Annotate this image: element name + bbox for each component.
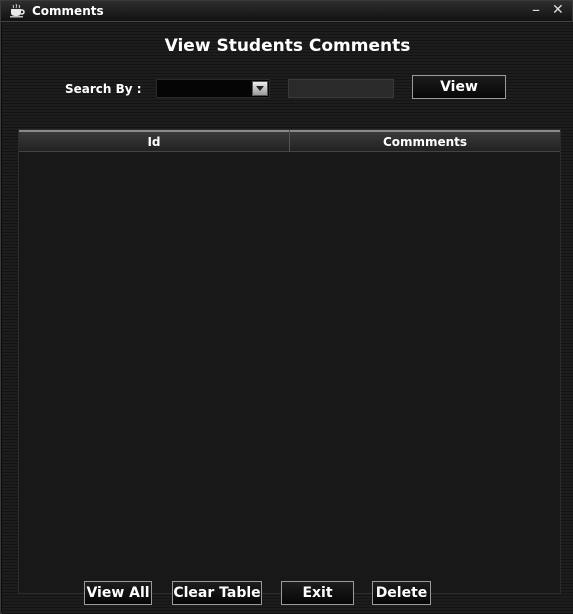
view-button[interactable]: View	[412, 75, 506, 99]
view-all-button[interactable]: View All	[84, 581, 152, 605]
exit-button[interactable]: Exit	[281, 581, 354, 605]
clear-table-button[interactable]: Clear Table	[172, 581, 262, 605]
search-input[interactable]	[288, 79, 394, 98]
coffee-cup-icon	[10, 4, 25, 18]
table-header: Id Commments	[19, 130, 560, 152]
column-header-id[interactable]: Id	[19, 130, 290, 151]
search-by-label: Search By :	[65, 82, 142, 96]
minimize-button[interactable]: –	[532, 0, 540, 19]
window-title: Comments	[32, 4, 104, 18]
column-header-comments[interactable]: Commments	[290, 130, 560, 151]
title-bar[interactable]: Comments – ✕	[1, 0, 572, 22]
comments-table[interactable]: Id Commments	[18, 129, 561, 594]
chevron-down-icon[interactable]	[252, 81, 268, 96]
comments-window: Comments – ✕ View Students Comments Sear…	[0, 0, 573, 614]
main-panel: View Students Comments Search By : View …	[2, 22, 573, 614]
table-body[interactable]	[19, 152, 560, 593]
page-title: View Students Comments	[164, 36, 411, 56]
search-by-dropdown[interactable]	[156, 79, 270, 98]
close-button[interactable]: ✕	[552, 2, 564, 18]
delete-button[interactable]: Delete	[372, 581, 431, 605]
